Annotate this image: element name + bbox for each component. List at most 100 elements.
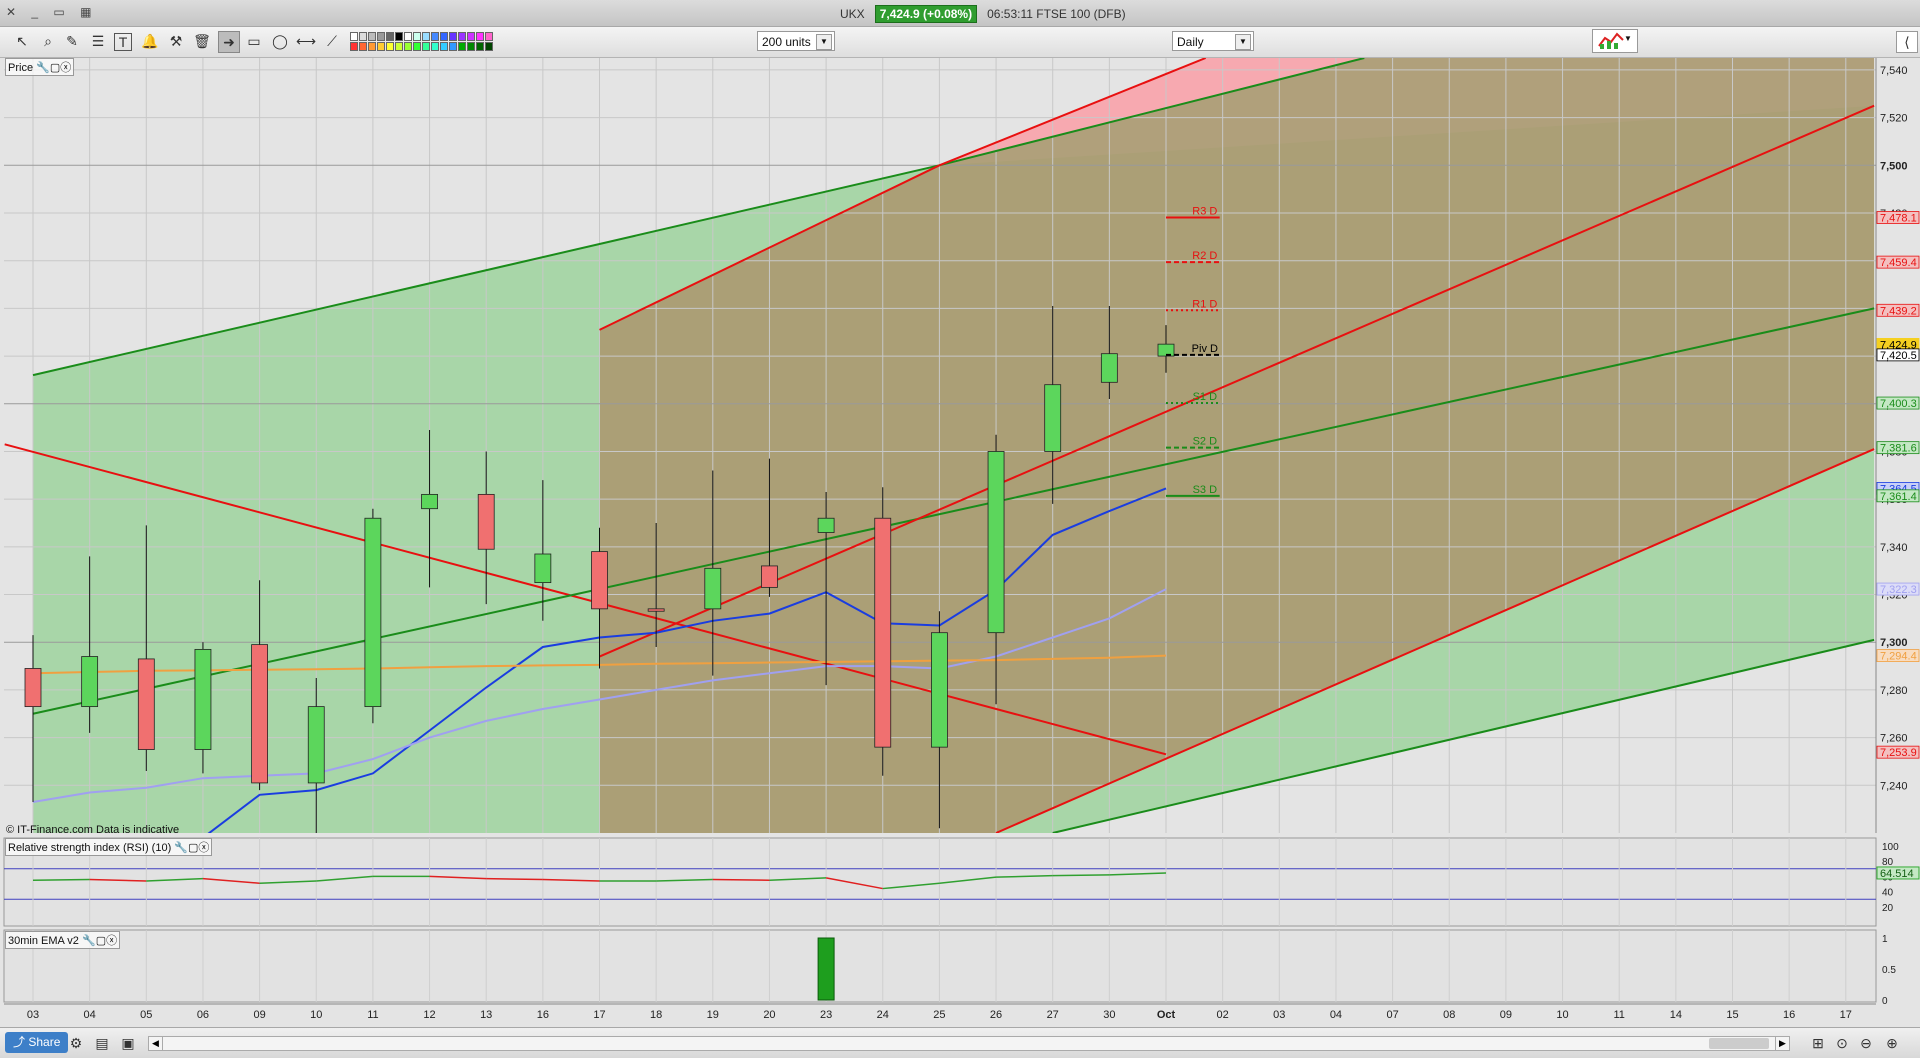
line-icon[interactable]: ⟷	[296, 31, 316, 51]
x-tick-label: 13	[480, 1009, 492, 1021]
price-flag-label: 7,420.5	[1880, 350, 1917, 362]
candle-down	[251, 644, 269, 784]
window-controls[interactable]: ✕ _ ▭ ▦	[6, 5, 97, 19]
x-tick-label: 04	[1330, 1009, 1342, 1021]
alert-icon[interactable]: 🔔	[140, 31, 160, 51]
x-tick-label: 18	[650, 1009, 662, 1021]
pivot-label: S3 D	[1193, 484, 1218, 496]
x-tick-label: 10	[1556, 1009, 1568, 1021]
rectangle-icon[interactable]: ▭	[244, 31, 264, 51]
share-icon: ⤴	[13, 1035, 29, 1049]
price-flag-label: 7,400.3	[1880, 398, 1917, 410]
x-tick-label: 16	[1783, 1009, 1795, 1021]
chevron-down-icon: ▼	[1235, 34, 1251, 50]
rsi-panel-label: Relative strength index (RSI) (10) 🔧▢ⓧ	[5, 838, 213, 856]
candle-down	[647, 608, 665, 612]
x-tick-label: 26	[990, 1009, 1002, 1021]
chart-area[interactable]: R3 D R2 D R1 D Piv D S1 D S2 D S3 D 7,540 7,520 7…	[0, 57, 1920, 1027]
zoom-icon[interactable]: ⌕	[38, 31, 58, 51]
ema-panel-bg	[3, 929, 1877, 1003]
wrench-icon[interactable]: 🔧	[174, 842, 188, 854]
crosshair-icon[interactable]: ⊞	[1808, 1033, 1828, 1053]
x-tick-label: 11	[1613, 1009, 1624, 1021]
candle-down	[874, 517, 892, 748]
close-icon[interactable]: ⓧ	[60, 62, 71, 74]
x-tick-label: 02	[1217, 1009, 1229, 1021]
settings-icon[interactable]: ⚙	[66, 1033, 86, 1053]
layout-icon[interactable]: ▤	[92, 1033, 112, 1053]
pivot-label: R3 D	[1192, 206, 1217, 218]
ellipse-icon[interactable]: ◯	[270, 31, 290, 51]
ema-panel-label: 30min EMA v2 🔧▢ⓧ	[5, 931, 121, 949]
trash-icon[interactable]: 🗑	[192, 31, 212, 51]
save-icon[interactable]: ▣	[118, 1033, 138, 1053]
pivot-label: R2 D	[1192, 250, 1217, 262]
y-tick-label: 7,540	[1880, 65, 1908, 77]
x-tick-label: 25	[933, 1009, 945, 1021]
x-tick-label: 16	[537, 1009, 549, 1021]
candle-up	[704, 567, 722, 610]
x-tick-label: 19	[707, 1009, 719, 1021]
color-swatches[interactable]	[350, 32, 493, 51]
zoom-reset-icon[interactable]: ⊙	[1832, 1033, 1852, 1053]
rsi-tick-label: 40	[1882, 888, 1894, 899]
x-tick-label: Oct	[1157, 1009, 1176, 1021]
price-flag-label: 7,253.9	[1880, 747, 1917, 759]
maximize-icon[interactable]: ▢	[50, 62, 60, 74]
wrench-icon[interactable]: 🔧	[36, 62, 50, 74]
ema-tick-label: 0	[1882, 996, 1888, 1007]
watermark: © IT-Finance.com Data is indicative	[6, 824, 180, 836]
trendline-icon[interactable]: ⟋	[322, 31, 342, 51]
x-tick-label: 12	[423, 1009, 435, 1021]
draw-icon[interactable]: ✎	[62, 31, 82, 51]
candle-up	[931, 632, 948, 748]
price-badge: 7,424.9 (+0.08%)	[874, 5, 978, 23]
price-flag-label: 7,361.4	[1880, 491, 1917, 503]
zoom-in-icon[interactable]: ⊕	[1882, 1033, 1902, 1053]
scroll-left-icon[interactable]: ◀	[149, 1037, 163, 1050]
chevron-down-icon: ▼	[816, 34, 832, 50]
units-select[interactable]: 200 units ▼	[757, 31, 835, 51]
text-icon[interactable]: T	[114, 33, 132, 51]
pivot-label: S1 D	[1193, 391, 1218, 403]
ratio-icon[interactable]: ☰	[88, 31, 108, 51]
rsi-line-segment	[486, 877, 543, 881]
maximize-icon[interactable]: ▢	[96, 935, 106, 947]
price-flag-label: 7,294.4	[1880, 651, 1917, 663]
candle-down	[137, 658, 155, 750]
candle-up	[81, 656, 99, 708]
x-tick-label: 14	[1670, 1009, 1682, 1021]
wrench-icon[interactable]: 🔧	[82, 935, 96, 947]
price-flag-label: 7,381.6	[1880, 443, 1917, 455]
price-flag-label: 7,439.2	[1880, 305, 1917, 317]
y-tick-label: 7,280	[1880, 685, 1908, 697]
candle-up	[817, 517, 835, 533]
candle-up	[421, 493, 438, 510]
scroll-thumb[interactable]	[1709, 1038, 1769, 1049]
rsi-line-segment	[32, 878, 90, 881]
zoom-out-icon[interactable]: ⊖	[1856, 1033, 1876, 1053]
scroll-right-icon[interactable]: ▶	[1775, 1037, 1789, 1050]
close-icon[interactable]: ⓧ	[198, 842, 209, 854]
pivot-label: R1 D	[1192, 298, 1217, 310]
x-tick-label: 11	[367, 1009, 378, 1021]
x-tick-label: 15	[1726, 1009, 1738, 1021]
arrow-icon[interactable]: ➜	[218, 31, 240, 53]
hammer-icon[interactable]: ⚒	[166, 31, 186, 51]
horizontal-scrollbar[interactable]: ◀ ▶	[148, 1036, 1790, 1051]
ema-bar	[817, 937, 835, 1001]
price-flag-label: 7,322.3	[1880, 584, 1917, 596]
maximize-icon[interactable]: ▢	[188, 842, 198, 854]
indicator-menu-button[interactable]: ▼	[1592, 29, 1638, 53]
share-button[interactable]: ⤴ Share	[5, 1032, 69, 1053]
panel-toggle-icon[interactable]: ⟨	[1896, 31, 1918, 53]
x-tick-label: 09	[1500, 1009, 1512, 1021]
pivot-label: Piv D	[1192, 343, 1218, 355]
time-name-label: 06:53:11 FTSE 100 (DFB)	[987, 7, 1126, 21]
pointer-icon[interactable]: ↖	[12, 31, 32, 51]
close-icon[interactable]: ⓧ	[106, 935, 117, 947]
period-select[interactable]: Daily ▼	[1172, 31, 1254, 51]
x-tick-label: 03	[1273, 1009, 1285, 1021]
x-tick-label: 03	[27, 1009, 39, 1021]
x-tick-label: 04	[84, 1009, 96, 1021]
